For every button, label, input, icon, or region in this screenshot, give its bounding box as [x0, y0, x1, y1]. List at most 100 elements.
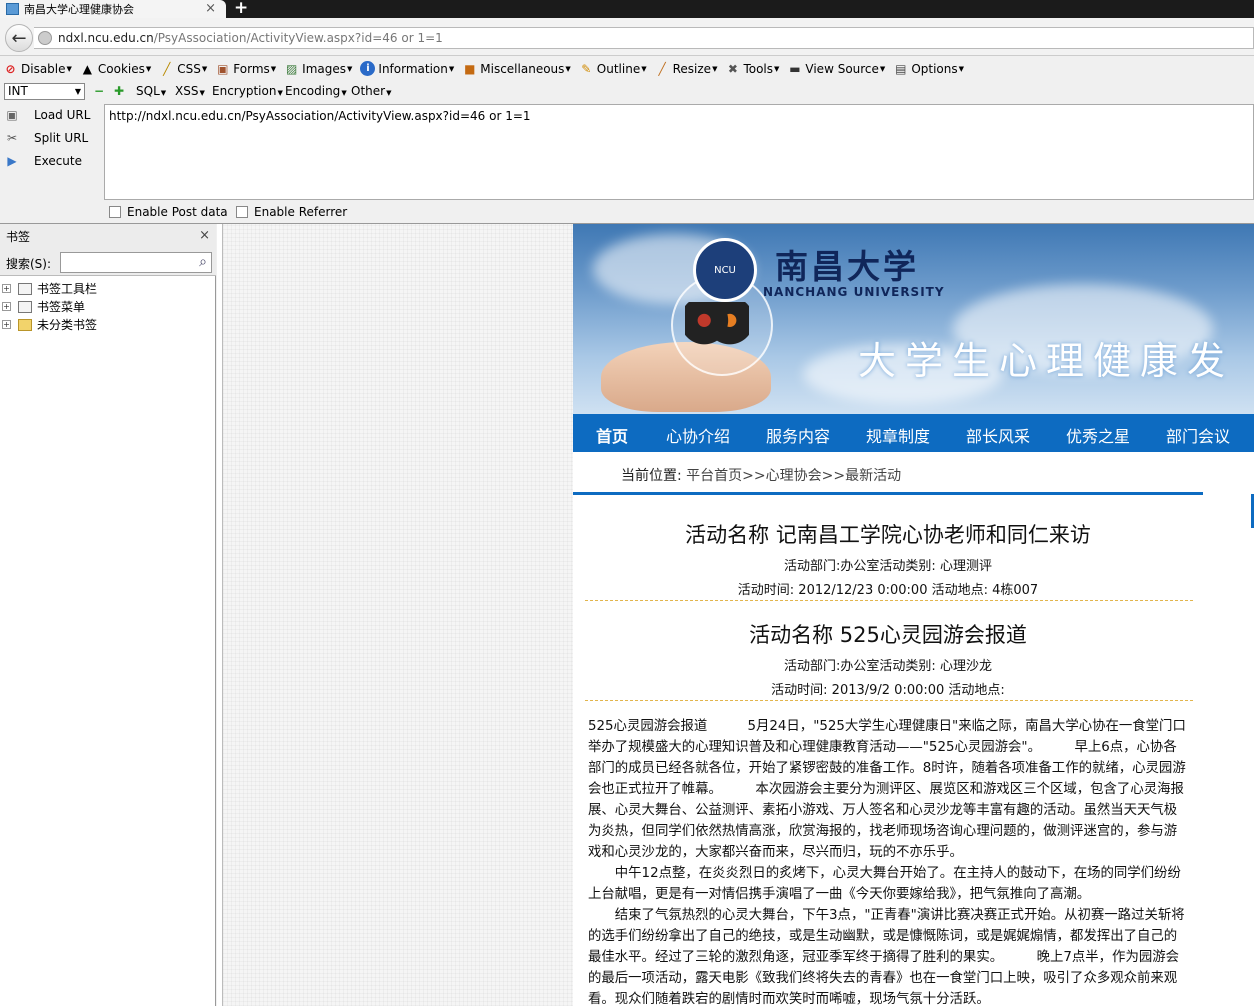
information-label: Information [378, 61, 448, 76]
search-label: 搜索(S): [6, 257, 52, 271]
toolbar-folder-icon [18, 282, 32, 295]
book-icon: ■ [464, 61, 476, 76]
search-icon[interactable]: ⌕ [199, 254, 207, 270]
disable-menu[interactable]: ⊘ Disable ▼ [3, 61, 72, 76]
outline-label: Outline [596, 61, 641, 76]
images-menu[interactable]: ▨ Images ▼ [284, 61, 352, 76]
search-input[interactable]: ⌕ [60, 252, 212, 273]
activity-meta: 活动部门:办公室活动类别: 心理沙龙 [784, 659, 992, 674]
xss-label: XSS [175, 84, 199, 98]
dropdown-arrow-icon: ▼ [641, 64, 647, 73]
split-url-button[interactable]: ✂ Split URL [4, 129, 88, 147]
dropdown-arrow-icon: ▼ [270, 64, 277, 73]
tools-menu[interactable]: ✖ Tools ▼ [725, 61, 779, 76]
dropdown-arrow-icon: ▼ [66, 64, 72, 73]
options-menu[interactable]: ▤ Options ▼ [893, 61, 964, 76]
bookmark-folder-menu[interactable]: + 书签菜单 [2, 298, 85, 315]
encoding-menu[interactable]: Encoding▼ [285, 84, 347, 98]
dropdown-arrow-icon: ▼ [277, 89, 283, 97]
nav-item-home[interactable]: 首页 [596, 423, 628, 447]
expand-icon[interactable]: + [2, 302, 11, 311]
type-select[interactable]: INT ▼ [4, 83, 85, 100]
nav-item-meetings[interactable]: 部门会议 [1166, 423, 1230, 447]
forms-menu[interactable]: ▣ Forms ▼ [215, 61, 276, 76]
dropdown-arrow-icon: ▼ [712, 64, 718, 73]
nav-item-rules[interactable]: 规章制度 [866, 423, 930, 447]
sidebar-title: 书签 [6, 229, 31, 244]
disable-label: Disable [21, 61, 66, 76]
type-select-value: INT [8, 84, 28, 98]
website: NCU 南昌大学 NANCHANG UNIVERSITY 大学生心理健康发 首页… [573, 224, 1254, 1006]
cookies-menu[interactable]: ▲ Cookies ▼ [80, 61, 152, 76]
tab-close-icon[interactable]: × [205, 1, 216, 16]
section-divider [573, 492, 1203, 495]
expand-icon[interactable]: + [2, 320, 11, 329]
css-label: CSS [177, 61, 201, 76]
dropdown-arrow-icon: ▼ [160, 89, 167, 97]
minus-icon[interactable]: − [94, 84, 104, 98]
article-paragraph: 结束了气氛热烈的心灵大舞台，下午3点，"正青春"演讲比赛决赛正式开始。从初赛一路… [588, 908, 1185, 1006]
hackbar-url-textarea[interactable]: http://ndxl.ncu.edu.cn/PsyAssociation/Ac… [104, 104, 1254, 200]
view-source-label: View Source [805, 61, 879, 76]
favicon-icon [6, 3, 19, 15]
nav-item-services[interactable]: 服务内容 [766, 423, 830, 447]
nav-item-about[interactable]: 心协介绍 [666, 423, 730, 447]
sidebar-close-icon[interactable]: × [199, 228, 210, 243]
load-url-label: Load URL [34, 108, 91, 122]
miscellaneous-menu[interactable]: ■ Miscellaneous ▼ [462, 61, 571, 76]
enable-referrer-checkbox[interactable]: Enable Referrer [236, 205, 347, 219]
bookmark-folder-label: 书签工具栏 [37, 282, 98, 296]
nav-item-stars[interactable]: 优秀之星 [1066, 423, 1130, 447]
nav-bar: ← ndxl.ncu.edu.cn/PsyAssociation/Activit… [0, 18, 1254, 56]
sidebar-search: 搜索(S): ⌕ [0, 248, 216, 276]
play-icon: ▶ [7, 154, 17, 168]
university-name-en: NANCHANG UNIVERSITY [763, 285, 945, 299]
information-menu[interactable]: i Information ▼ [360, 61, 454, 76]
activity-title: 活动名称 525心灵园游会报道 [749, 623, 1027, 647]
dropdown-arrow-icon: ▼ [201, 64, 208, 73]
resize-label: Resize [672, 61, 712, 76]
bookmark-folder-unsorted[interactable]: + 未分类书签 [2, 316, 97, 333]
enable-post-checkbox[interactable]: Enable Post data [109, 205, 228, 219]
url-path: /PsyAssociation/ActivityView.aspx?id=46 … [153, 31, 443, 45]
xss-menu[interactable]: XSS▼ [175, 84, 205, 98]
load-url-button[interactable]: ▣ Load URL [4, 106, 90, 124]
css-menu[interactable]: ╱ CSS ▼ [159, 61, 207, 76]
encryption-menu[interactable]: Encryption▼ [212, 84, 283, 98]
checkbox-box [236, 206, 248, 218]
resize-menu[interactable]: ╱ Resize ▼ [655, 61, 718, 76]
other-label: Other [351, 84, 386, 98]
miscellaneous-label: Miscellaneous [480, 61, 565, 76]
expand-icon[interactable]: + [2, 284, 11, 293]
university-name: 南昌大学 [775, 247, 919, 286]
wrench-icon: ✖ [727, 61, 738, 76]
breadcrumb-path[interactable]: 平台首页>>心理协会>>最新活动 [686, 468, 901, 484]
new-tab-button[interactable]: + [234, 0, 248, 18]
tab-title: 南昌大学心理健康协会 [24, 3, 134, 16]
plus-icon[interactable]: ✚ [114, 84, 124, 98]
nav-item-ministers[interactable]: 部长风采 [966, 423, 1030, 447]
other-menu[interactable]: Other▼ [351, 84, 391, 98]
dropdown-arrow-icon: ▼ [145, 64, 152, 73]
images-label: Images [302, 61, 347, 76]
hackbar-toolbar: INT ▼ − ✚ SQL▼ XSS▼ Encryption▼ Encoding… [0, 81, 1254, 102]
clipboard-icon: ▣ [217, 61, 229, 76]
article-paragraph: 中午12点整，在炎炎烈日的炙烤下，心灵大舞台开始了。在主持人的鼓动下，在场的同学… [588, 866, 1181, 902]
outline-menu[interactable]: ✎ Outline ▼ [579, 61, 647, 76]
sql-menu[interactable]: SQL▼ [136, 84, 166, 98]
url-bar[interactable]: ndxl.ncu.edu.cn/PsyAssociation/ActivityV… [34, 27, 1254, 49]
sidebar-header: 书签 × [0, 224, 216, 248]
back-button[interactable]: ← [5, 24, 33, 52]
view-source-menu[interactable]: ▬ View Source ▼ [787, 61, 885, 76]
split-url-label: Split URL [34, 131, 89, 145]
activity-separator [585, 600, 1193, 601]
wand-icon: ╱ [163, 61, 171, 76]
page-viewport: NCU 南昌大学 NANCHANG UNIVERSITY 大学生心理健康发 首页… [217, 224, 1254, 1006]
bookmark-folder-toolbar[interactable]: + 书签工具栏 [2, 280, 97, 297]
url-host: ndxl.ncu.edu.cn [58, 31, 154, 45]
execute-button[interactable]: ▶ Execute [4, 152, 82, 170]
browser-tab[interactable]: 南昌大学心理健康协会 × [0, 0, 226, 18]
execute-label: Execute [34, 154, 82, 168]
article-paragraph: 525心灵园游会报道 5月24日，"525大学生心理健康日"来临之际，南昌大学心… [588, 719, 1186, 860]
star-folder-icon [18, 318, 32, 331]
